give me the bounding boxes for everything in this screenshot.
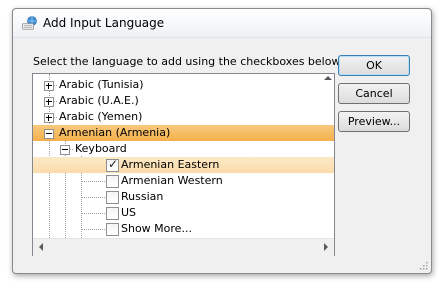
tree-item-armenian-western[interactable]: Armenian Western [33, 173, 334, 189]
collapse-minus-icon[interactable] [60, 145, 70, 155]
checkmark-icon: ✓ [108, 157, 119, 171]
instruction-text: Select the language to add using the che… [33, 55, 343, 68]
tree-item-label: Keyboard [75, 142, 127, 155]
collapse-minus-icon[interactable] [44, 129, 54, 139]
tree-item-label: Armenian Eastern [121, 158, 220, 171]
tree-viewport: Arabic (Tunisia) Arabic (U.A.E.) Arabic … [33, 74, 334, 238]
tree-item-label: US [121, 206, 137, 219]
tree-item-label: Russian [121, 190, 164, 203]
checkbox-armenian-western[interactable] [106, 175, 119, 188]
expand-plus-icon[interactable] [44, 97, 54, 107]
tree-item-armenian-eastern[interactable]: ✓ Armenian Eastern [33, 157, 334, 173]
expand-plus-icon[interactable] [44, 113, 54, 123]
scroll-up-arrow-icon[interactable] [324, 76, 332, 80]
checkbox-show-more[interactable] [106, 223, 119, 236]
tree-item-label: Armenian (Armenia) [59, 126, 171, 139]
tree-item-arabic-uae[interactable]: Arabic (U.A.E.) [33, 93, 334, 109]
tree-item-label: Arabic (U.A.E.) [59, 94, 139, 107]
checkbox-armenian-eastern[interactable]: ✓ [106, 157, 119, 172]
tree-item-armenian-armenia[interactable]: Armenian (Armenia) [33, 125, 334, 141]
scroll-right-arrow-icon[interactable] [324, 243, 328, 251]
title-bar[interactable]: Add Input Language [13, 9, 431, 38]
language-tree[interactable]: Arabic (Tunisia) Arabic (U.A.E.) Arabic … [32, 73, 335, 256]
add-input-language-dialog: Add Input Language Select the language t… [12, 8, 432, 274]
tree-item-us[interactable]: US [33, 205, 334, 221]
keyboard-globe-icon [22, 16, 37, 30]
tree-item-label: Armenian Western [121, 174, 223, 187]
tree-item-label: Arabic (Yemen) [59, 110, 143, 123]
tree-item-label: Show More... [121, 222, 192, 235]
resize-grip-icon[interactable] [418, 260, 428, 270]
tree-item-keyboard[interactable]: Keyboard [33, 141, 334, 157]
window-title: Add Input Language [43, 16, 165, 30]
checkbox-russian[interactable] [106, 191, 119, 204]
tree-item-arabic-yemen[interactable]: Arabic (Yemen) [33, 109, 334, 125]
horizontal-scrollbar[interactable] [33, 238, 334, 256]
tree-item-label: Arabic (Tunisia) [59, 78, 144, 91]
tree-item-russian[interactable]: Russian [33, 189, 334, 205]
checkbox-us[interactable] [106, 207, 119, 220]
expand-plus-icon[interactable] [44, 81, 54, 91]
scroll-left-arrow-icon[interactable] [39, 243, 43, 251]
ok-button[interactable]: OK [338, 55, 410, 76]
tree-item-show-more[interactable]: Show More... [33, 221, 334, 237]
tree-item-arabic-tunisia[interactable]: Arabic (Tunisia) [33, 77, 334, 93]
preview-button[interactable]: Preview... [338, 111, 410, 132]
cancel-button[interactable]: Cancel [338, 83, 410, 104]
